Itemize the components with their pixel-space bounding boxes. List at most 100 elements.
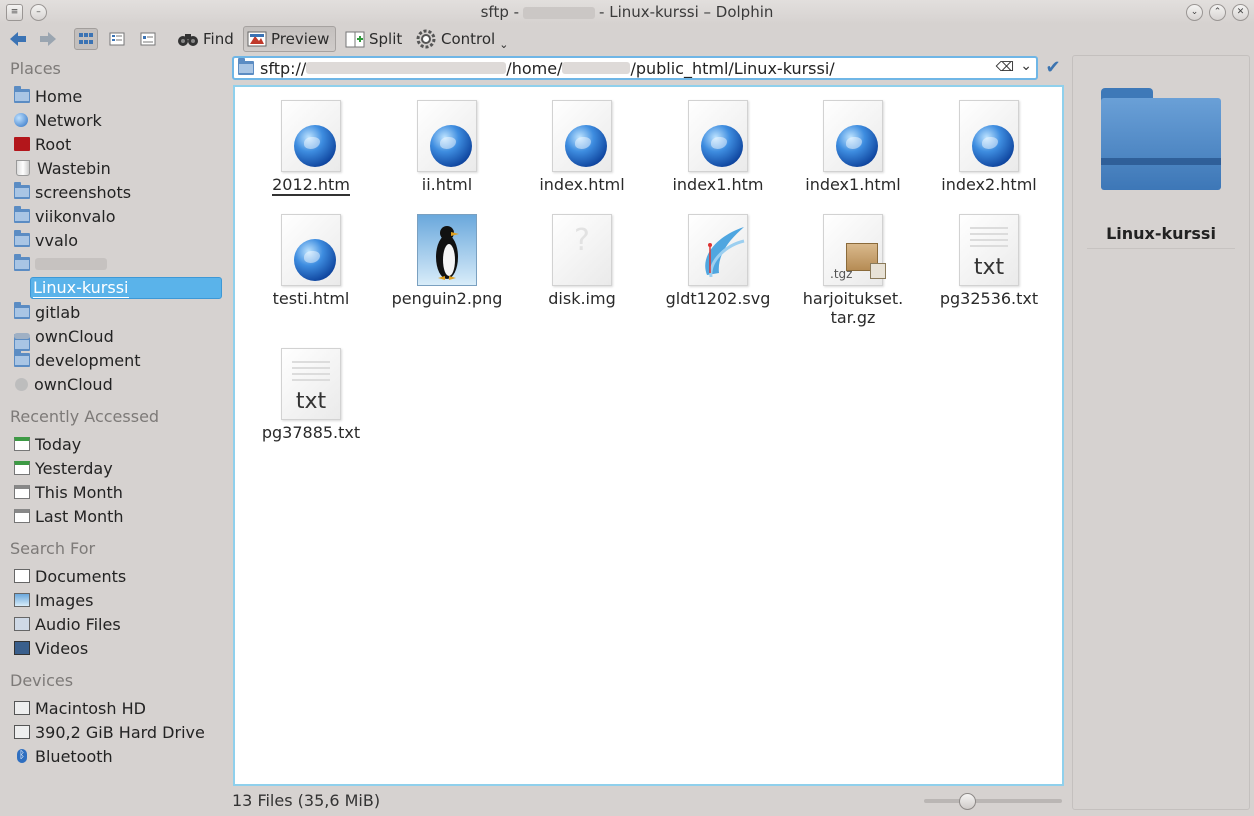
- minimize-icon[interactable]: ⌄: [1186, 4, 1203, 21]
- sidebar-item-root[interactable]: Root: [12, 133, 222, 155]
- sidebar-item-audio-files[interactable]: Audio Files: [12, 613, 222, 635]
- divider: [1087, 248, 1235, 249]
- sidebar-item-gitlab[interactable]: gitlab: [12, 301, 222, 323]
- globe-icon: [294, 239, 336, 281]
- chevron-down-icon[interactable]: ⌄: [1020, 58, 1032, 74]
- svg-image-icon: [688, 214, 748, 286]
- sidebar-item-label: Bluetooth: [35, 746, 113, 766]
- sidebar-item-linux-kurssi[interactable]: Linux-kurssi: [30, 277, 222, 299]
- maximize-icon[interactable]: ⌃: [1209, 4, 1226, 21]
- file-item[interactable]: index1.htm: [653, 100, 783, 194]
- svg-curve-thumbnail: [705, 227, 745, 278]
- root-folder-icon: [14, 137, 30, 151]
- large-folder-icon: [1101, 88, 1221, 190]
- file-item[interactable]: txt pg37885.txt: [246, 348, 376, 442]
- sidebar-item-last-month[interactable]: Last Month: [12, 505, 222, 527]
- places-header: Places: [10, 59, 61, 78]
- text-file-icon: txt: [281, 348, 341, 420]
- sidebar-item-owncloud-2[interactable]: ownCloud: [12, 373, 222, 395]
- file-item[interactable]: testi.html: [246, 214, 376, 308]
- sidebar-item-today[interactable]: Today: [12, 433, 222, 455]
- sidebar-item-vvalo[interactable]: vvalo: [12, 229, 222, 251]
- split-button[interactable]: Split: [342, 26, 405, 52]
- text-file-icon: txt: [959, 214, 1019, 286]
- file-item[interactable]: 2012.htm: [246, 100, 376, 196]
- sidebar-item-documents[interactable]: Documents: [12, 565, 222, 587]
- compact-view-icon: [109, 32, 125, 46]
- sidebar-item-hard-drive[interactable]: 390,2 GiB Hard Drive: [12, 721, 222, 743]
- forward-arrow-icon[interactable]: [38, 30, 58, 48]
- file-item[interactable]: gldt1202.svg: [653, 214, 783, 308]
- file-name: ii.html: [421, 175, 473, 194]
- globe-icon: [430, 125, 472, 167]
- sidebar-item-label: development: [35, 350, 141, 370]
- sidebar-item-bluetooth[interactable]: ᛒ Bluetooth: [12, 745, 222, 767]
- development-folder-icon: [14, 350, 30, 367]
- confirm-location-icon[interactable]: ✔: [1042, 58, 1064, 78]
- clear-location-icon[interactable]: ⌫: [996, 60, 1014, 75]
- sidebar-item-macintosh-hd[interactable]: Macintosh HD: [12, 697, 222, 719]
- cloud-icon: [14, 333, 30, 339]
- folder-icon: [14, 230, 30, 247]
- details-view-icon: [140, 32, 156, 46]
- icons-view-button[interactable]: [74, 28, 98, 50]
- html-file-icon: [417, 100, 477, 172]
- details-view-button[interactable]: [136, 28, 160, 50]
- compact-view-button[interactable]: [105, 28, 129, 50]
- sidebar-item-label: vvalo: [35, 230, 78, 250]
- file-item[interactable]: ? disk.img: [517, 214, 647, 308]
- file-item[interactable]: index2.html: [924, 100, 1054, 194]
- file-item[interactable]: txt pg32536.txt: [924, 214, 1054, 308]
- tgz-archive-icon: .tgz: [823, 214, 886, 286]
- preview-toggle-button[interactable]: Preview: [243, 26, 336, 52]
- recently-accessed-header: Recently Accessed: [10, 407, 160, 426]
- sidebar-item-label: This Month: [35, 482, 123, 502]
- file-view[interactable]: 2012.htm ii.html index.html index1.htm i…: [233, 85, 1064, 786]
- html-file-icon: [281, 214, 341, 286]
- sidebar-item-home[interactable]: Home: [12, 85, 222, 107]
- sidebar-item-screenshots[interactable]: screenshots: [12, 181, 222, 203]
- split-view-icon: [345, 31, 365, 48]
- close-icon[interactable]: ✕: [1232, 4, 1249, 21]
- sidebar-item-viikonvalo[interactable]: viikonvalo: [12, 205, 222, 227]
- file-item[interactable]: index1.html: [788, 100, 918, 194]
- sidebar-item-yesterday[interactable]: Yesterday: [12, 457, 222, 479]
- sidebar-item-this-month[interactable]: This Month: [12, 481, 222, 503]
- zoom-slider-track[interactable]: [924, 799, 1062, 803]
- location-scheme: sftp://: [260, 58, 307, 78]
- chevron-down-icon: ⌄: [499, 37, 509, 51]
- zoom-slider-handle[interactable]: [959, 793, 976, 810]
- sidebar-item-development[interactable]: development: [12, 349, 222, 371]
- sidebar-item-label: Today: [35, 434, 82, 454]
- file-item[interactable]: .tgz harjoitukset. tar.gz: [788, 214, 918, 327]
- back-arrow-icon[interactable]: [8, 30, 28, 48]
- sidebar-item-label: Wastebin: [37, 158, 111, 178]
- file-item[interactable]: ii.html: [382, 100, 512, 194]
- sidebar-item-images[interactable]: Images: [12, 589, 222, 611]
- video-icon: [14, 641, 30, 655]
- sidebar-item-wastebin[interactable]: Wastebin: [12, 157, 222, 179]
- folder-icon: [14, 254, 30, 271]
- location-path-tail: /public_html/Linux-kurssi/: [630, 58, 835, 78]
- sidebar-item-network[interactable]: Network: [12, 109, 222, 131]
- file-name: 2012.htm: [272, 175, 350, 196]
- sidebar-item-videos[interactable]: Videos: [12, 637, 222, 659]
- globe-icon: [701, 125, 743, 167]
- find-button[interactable]: Find: [174, 26, 237, 52]
- sidebar-item-label: Home: [35, 86, 83, 106]
- sidebar-item-label: Network: [35, 110, 102, 130]
- sidebar-item-redacted[interactable]: [12, 253, 222, 275]
- file-item[interactable]: index.html: [517, 100, 647, 194]
- sidebar-item-label: gitlab: [35, 302, 81, 322]
- file-item[interactable]: penguin2.png: [382, 214, 512, 308]
- images-icon: [14, 593, 30, 607]
- sidebar-item-label: Linux-kurssi: [33, 278, 129, 298]
- documents-icon: [14, 569, 30, 583]
- file-name: pg32536.txt: [939, 289, 1039, 308]
- owncloud-drive-icon: [15, 377, 28, 391]
- location-bar[interactable]: sftp:// /home/ /public_html/Linux-kurssi…: [232, 56, 1038, 80]
- file-name: index2.html: [941, 175, 1037, 194]
- sidebar-item-owncloud[interactable]: ownCloud: [12, 325, 222, 347]
- status-summary: 13 Files (35,6 MiB): [232, 791, 381, 810]
- control-menu-button[interactable]: Control ⌄: [412, 26, 511, 52]
